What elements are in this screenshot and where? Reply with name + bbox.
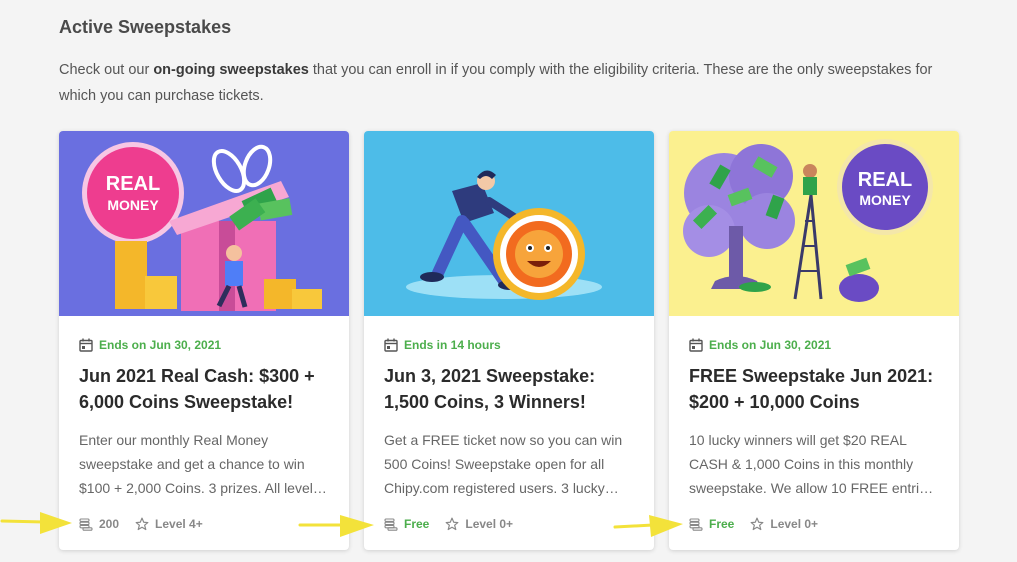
card-meta: 200 Level 4+ bbox=[79, 516, 203, 532]
calendar-icon bbox=[689, 338, 703, 352]
ticket-price: Free bbox=[404, 517, 430, 531]
card-description: Enter our monthly Real Money sweepstake … bbox=[79, 432, 313, 496]
ticket-price: Free bbox=[709, 517, 735, 531]
ticket-price: 200 bbox=[99, 517, 120, 531]
sweepstake-card[interactable]: Ends in 14 hours Jun 3, 2021 Sweepstake:… bbox=[364, 131, 654, 550]
annotation-arrow-icon bbox=[613, 515, 683, 537]
annotation-arrow-icon bbox=[0, 512, 72, 534]
badge-text-money: MONEY bbox=[859, 192, 911, 208]
intro-text-bold: on-going sweepstakes bbox=[153, 62, 309, 78]
star-icon bbox=[750, 517, 764, 531]
badge-text-real: REAL bbox=[106, 173, 160, 195]
card-description: 10 lucky winners will get $20 REAL CASH … bbox=[689, 432, 934, 496]
calendar-icon bbox=[384, 338, 398, 352]
coins-icon bbox=[79, 518, 93, 531]
card-illustration: REAL MONEY bbox=[59, 131, 349, 316]
star-icon bbox=[135, 517, 149, 531]
end-date: Ends in 14 hours bbox=[384, 338, 501, 352]
section-title: Active Sweepstakes bbox=[59, 17, 232, 37]
card-meta: Free Level 0+ bbox=[384, 516, 513, 532]
level-requirement: Level 4+ bbox=[155, 517, 203, 531]
card-illustration: REAL MONEY bbox=[669, 131, 959, 316]
annotation-arrow-icon bbox=[298, 515, 374, 537]
coins-icon bbox=[384, 518, 398, 531]
card-meta: Free Level 0+ bbox=[689, 516, 818, 532]
card-description: Get a FREE ticket now so you can win 500… bbox=[384, 432, 623, 496]
sweepstake-card[interactable]: REAL MONEY Ends on Jun 30, 2021 FREE Swe… bbox=[669, 131, 959, 550]
end-date-text: Ends in 14 hours bbox=[404, 338, 501, 352]
card-title[interactable]: Jun 2021 Real Cash: $300 + 6,000 Coins S… bbox=[79, 363, 329, 415]
end-date-text: Ends on Jun 30, 2021 bbox=[709, 338, 832, 352]
level-requirement: Level 0+ bbox=[465, 517, 514, 531]
coins-icon bbox=[689, 518, 703, 531]
star-icon bbox=[445, 517, 459, 531]
sweepstake-card[interactable]: REAL MONEY Ends on Jun 30, 2021 Jun 2021… bbox=[59, 131, 349, 550]
end-date-text: Ends on Jun 30, 2021 bbox=[99, 338, 222, 352]
card-illustration bbox=[364, 131, 654, 316]
card-title[interactable]: FREE Sweepstake Jun 2021: $200 + 10,000 … bbox=[689, 363, 939, 415]
calendar-icon bbox=[79, 338, 93, 352]
level-requirement: Level 0+ bbox=[770, 517, 819, 531]
end-date: Ends on Jun 30, 2021 bbox=[689, 338, 831, 352]
card-title[interactable]: Jun 3, 2021 Sweepstake: 1,500 Coins, 3 W… bbox=[384, 363, 634, 415]
intro-text: Check out our on-going sweepstakes that … bbox=[59, 57, 964, 109]
intro-text-start: Check out our bbox=[59, 62, 154, 78]
badge-text-real: REAL bbox=[858, 169, 912, 191]
end-date: Ends on Jun 30, 2021 bbox=[79, 338, 221, 352]
badge-text-money: MONEY bbox=[107, 197, 159, 213]
